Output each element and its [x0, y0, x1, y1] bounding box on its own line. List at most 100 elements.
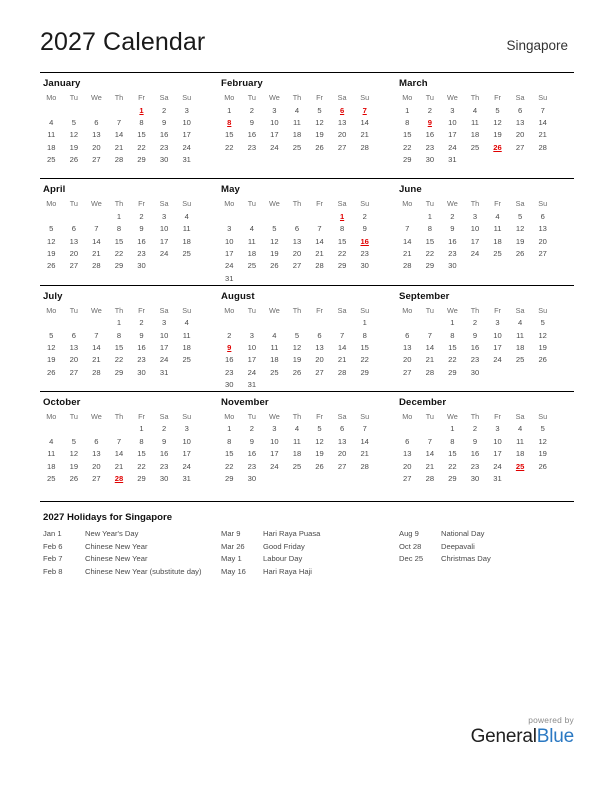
day-cell[interactable]: 27	[509, 141, 532, 153]
day-cell[interactable]: 23	[241, 141, 264, 153]
day-cell[interactable]: 8	[108, 329, 131, 341]
day-cell[interactable]: 17	[486, 448, 509, 460]
day-cell[interactable]: 23	[464, 354, 487, 366]
day-cell[interactable]: 29	[130, 154, 153, 166]
day-cell[interactable]: 16	[130, 341, 153, 353]
day-cell[interactable]: 7	[419, 435, 442, 447]
day-cell[interactable]: 18	[486, 235, 509, 247]
day-cell[interactable]: 8	[331, 223, 354, 235]
day-cell[interactable]: 8	[441, 435, 464, 447]
day-cell[interactable]: 2	[153, 423, 176, 435]
day-cell[interactable]: 16	[464, 341, 487, 353]
day-cell[interactable]: 29	[130, 472, 153, 484]
day-cell[interactable]: 19	[486, 129, 509, 141]
day-cell[interactable]: 9	[153, 435, 176, 447]
day-cell[interactable]: 6	[531, 210, 554, 222]
day-cell[interactable]: 11	[40, 448, 63, 460]
day-cell[interactable]: 18	[286, 129, 309, 141]
day-cell[interactable]: 14	[419, 341, 442, 353]
day-cell[interactable]: 9	[464, 329, 487, 341]
day-cell[interactable]: 15	[396, 129, 419, 141]
day-cell[interactable]: 16	[419, 129, 442, 141]
day-cell[interactable]: 13	[63, 341, 86, 353]
day-cell[interactable]: 28	[419, 366, 442, 378]
day-cell[interactable]: 30	[464, 366, 487, 378]
day-cell[interactable]: 21	[353, 448, 376, 460]
day-cell[interactable]: 12	[308, 435, 331, 447]
day-cell[interactable]: 5	[308, 423, 331, 435]
day-cell[interactable]: 20	[63, 247, 86, 259]
day-cell[interactable]: 17	[441, 129, 464, 141]
day-cell[interactable]: 3	[153, 317, 176, 329]
day-cell[interactable]: 23	[419, 141, 442, 153]
day-cell[interactable]: 12	[531, 435, 554, 447]
day-cell[interactable]: 27	[286, 260, 309, 272]
day-cell[interactable]: 29	[441, 366, 464, 378]
day-cell[interactable]: 23	[153, 141, 176, 153]
day-cell[interactable]: 1	[441, 317, 464, 329]
day-cell[interactable]: 26	[531, 460, 554, 472]
day-cell[interactable]: 12	[531, 329, 554, 341]
day-cell[interactable]: 11	[40, 129, 63, 141]
day-cell[interactable]: 16	[441, 235, 464, 247]
day-cell[interactable]: 8	[130, 435, 153, 447]
day-cell[interactable]: 15	[218, 448, 241, 460]
day-cell[interactable]: 2	[464, 317, 487, 329]
day-cell[interactable]: 23	[130, 354, 153, 366]
day-cell[interactable]: 15	[331, 235, 354, 247]
day-cell[interactable]: 22	[441, 354, 464, 366]
day-cell[interactable]: 23	[153, 460, 176, 472]
day-cell[interactable]: 9	[353, 223, 376, 235]
day-cell[interactable]: 19	[308, 129, 331, 141]
day-cell[interactable]: 4	[175, 210, 198, 222]
day-cell[interactable]: 28	[353, 460, 376, 472]
day-cell[interactable]: 2	[130, 317, 153, 329]
day-cell[interactable]: 13	[85, 448, 108, 460]
day-cell[interactable]: 26	[40, 260, 63, 272]
day-cell[interactable]: 11	[241, 235, 264, 247]
day-cell[interactable]: 5	[509, 210, 532, 222]
day-cell[interactable]: 3	[153, 210, 176, 222]
day-cell[interactable]: 27	[85, 154, 108, 166]
day-cell[interactable]: 25	[286, 141, 309, 153]
day-cell[interactable]: 6	[85, 435, 108, 447]
day-cell[interactable]: 29	[441, 472, 464, 484]
day-cell[interactable]: 13	[85, 129, 108, 141]
day-cell[interactable]: 24	[486, 354, 509, 366]
day-cell[interactable]: 31	[486, 472, 509, 484]
day-cell[interactable]: 31	[175, 472, 198, 484]
day-cell[interactable]: 10	[263, 435, 286, 447]
day-cell[interactable]: 10	[464, 223, 487, 235]
day-cell[interactable]: 5	[531, 317, 554, 329]
day-cell[interactable]: 15	[419, 235, 442, 247]
day-cell[interactable]: 24	[441, 141, 464, 153]
day-cell[interactable]: 10	[153, 329, 176, 341]
day-cell[interactable]: 1	[108, 210, 131, 222]
day-cell-holiday[interactable]: 9	[419, 116, 442, 128]
day-cell[interactable]: 21	[396, 247, 419, 259]
day-cell[interactable]: 4	[509, 423, 532, 435]
day-cell[interactable]: 25	[486, 247, 509, 259]
day-cell[interactable]: 16	[153, 448, 176, 460]
day-cell[interactable]: 15	[441, 341, 464, 353]
day-cell[interactable]: 8	[419, 223, 442, 235]
day-cell[interactable]: 7	[308, 223, 331, 235]
day-cell[interactable]: 6	[396, 435, 419, 447]
day-cell[interactable]: 22	[218, 460, 241, 472]
day-cell[interactable]: 23	[130, 247, 153, 259]
day-cell[interactable]: 18	[241, 247, 264, 259]
day-cell[interactable]: 4	[175, 317, 198, 329]
day-cell[interactable]: 14	[531, 116, 554, 128]
day-cell[interactable]: 24	[175, 460, 198, 472]
day-cell[interactable]: 17	[153, 235, 176, 247]
day-cell[interactable]: 7	[108, 435, 131, 447]
day-cell[interactable]: 19	[63, 141, 86, 153]
day-cell[interactable]: 15	[441, 448, 464, 460]
day-cell[interactable]: 22	[108, 354, 131, 366]
day-cell[interactable]: 29	[396, 154, 419, 166]
day-cell[interactable]: 21	[85, 247, 108, 259]
day-cell[interactable]: 22	[130, 141, 153, 153]
day-cell[interactable]: 21	[331, 354, 354, 366]
day-cell[interactable]: 2	[353, 210, 376, 222]
day-cell[interactable]: 14	[308, 235, 331, 247]
